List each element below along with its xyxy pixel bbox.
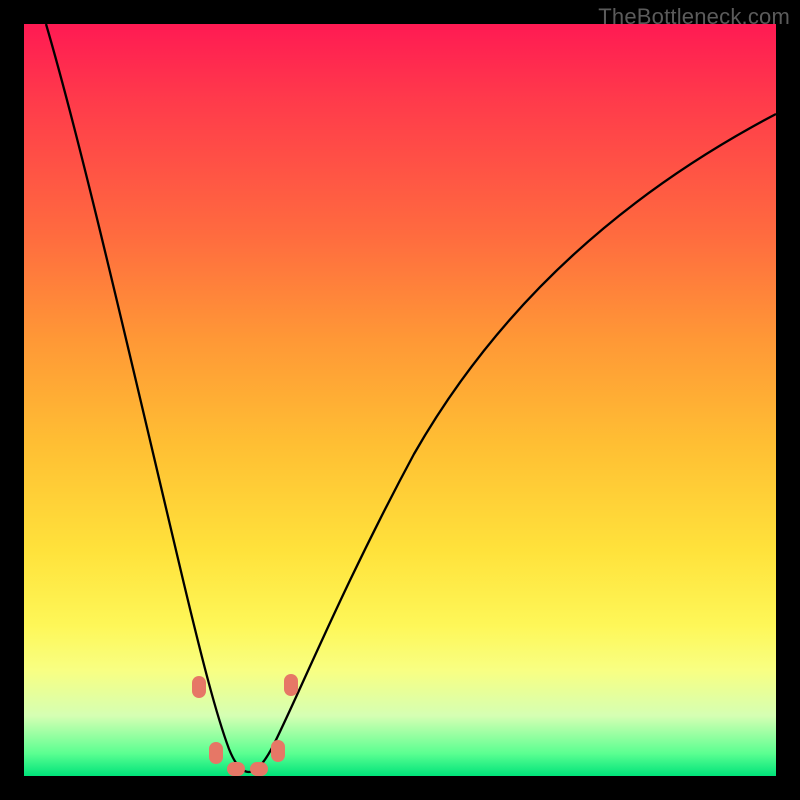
bottleneck-curve (46, 24, 776, 772)
curve-svg (24, 24, 776, 776)
curve-marker (192, 676, 206, 698)
curve-marker (284, 674, 298, 696)
curve-marker (227, 762, 245, 776)
curve-marker (271, 740, 285, 762)
curve-marker (250, 762, 268, 776)
plot-area (24, 24, 776, 776)
curve-marker (209, 742, 223, 764)
